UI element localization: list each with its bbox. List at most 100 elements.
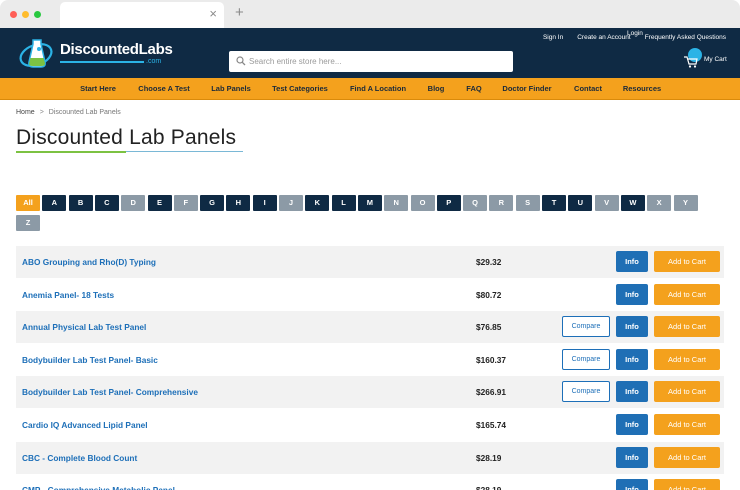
panel-price: $266.91: [476, 387, 506, 398]
panel-price: $28.19: [476, 452, 502, 463]
table-row: Bodybuilder Lab Test Panel- Comprehensiv…: [16, 376, 724, 409]
window-controls: [10, 11, 41, 18]
letter-filter-m[interactable]: M: [357, 195, 382, 211]
letter-filter-l[interactable]: L: [331, 195, 356, 211]
table-row: Bodybuilder Lab Test Panel- Basic $160.37…: [16, 343, 724, 376]
info-button[interactable]: Info: [616, 381, 648, 403]
panel-name-link[interactable]: Bodybuilder Lab Test Panel- Comprehensiv…: [22, 387, 198, 397]
page-title: Discounted Lab Panels: [16, 126, 237, 149]
compare-button[interactable]: Compare: [562, 316, 610, 338]
nav-doctor-finder[interactable]: Doctor Finder: [502, 84, 551, 93]
letter-filter-c[interactable]: C: [94, 195, 119, 211]
panel-name-link[interactable]: ABO Grouping and Rho(D) Typing: [22, 257, 156, 267]
letter-filter-y[interactable]: Y: [673, 195, 698, 211]
letter-filter-k[interactable]: K: [305, 195, 330, 211]
table-row: Cardio IQ Advanced Lipid Panel $165.74 Inf…: [16, 409, 724, 441]
panel-name-link[interactable]: Anemia Panel- 18 Tests: [22, 290, 114, 300]
nav-choose-a-test[interactable]: Choose A Test: [138, 84, 189, 93]
letter-filter-u[interactable]: U: [568, 195, 593, 211]
letter-filter-a[interactable]: A: [42, 195, 67, 211]
info-button[interactable]: Info: [616, 348, 648, 370]
nav-lab-panels[interactable]: Lab Panels: [211, 84, 251, 93]
panel-name-link[interactable]: CBC - Complete Blood Count: [22, 453, 137, 463]
panel-price: $160.37: [476, 354, 506, 365]
add-to-cart-button[interactable]: Add to Cart: [654, 446, 720, 468]
cart-icon[interactable]: [684, 56, 698, 68]
add-to-cart-button[interactable]: Add to Cart: [654, 479, 720, 490]
panel-price: $165.74: [476, 420, 506, 430]
letter-filter-e[interactable]: E: [147, 195, 172, 211]
nav-contact[interactable]: Contact: [574, 84, 602, 93]
search-input[interactable]: [249, 52, 507, 70]
add-to-cart-button[interactable]: Add to Cart: [654, 251, 720, 272]
nav-resources[interactable]: Resources: [623, 84, 661, 93]
maximize-window-button[interactable]: [34, 11, 41, 18]
letter-filter-t[interactable]: T: [542, 195, 566, 211]
info-button[interactable]: Info: [616, 283, 648, 305]
letter-filter-p[interactable]: P: [436, 195, 461, 211]
letter-filter-s[interactable]: S: [515, 195, 540, 211]
breadcrumb-home[interactable]: Home: [16, 109, 35, 116]
browser-tab[interactable]: ×: [60, 2, 224, 28]
letter-filter-b[interactable]: B: [68, 195, 93, 211]
table-row: Annual Physical Lab Test Panel $76.85 Comp…: [16, 311, 724, 344]
letter-filter-j[interactable]: J: [279, 195, 303, 211]
logo-wordmark: DiscountedLabs: [60, 41, 173, 58]
panel-name-link[interactable]: CMP - Comprehensive Metabolic Panel: [22, 485, 175, 490]
nav-start-here[interactable]: Start Here: [80, 84, 116, 93]
letter-filter-z[interactable]: Z: [16, 215, 40, 231]
info-button[interactable]: Info: [616, 446, 648, 468]
add-to-cart-button[interactable]: Add to Cart: [654, 414, 720, 435]
letter-filter-q[interactable]: Q: [463, 195, 488, 211]
panel-name-link[interactable]: Bodybuilder Lab Test Panel- Basic: [22, 355, 158, 365]
letter-filter-d[interactable]: D: [121, 195, 146, 211]
letter-filter-h[interactable]: H: [226, 195, 251, 211]
nav-test-categories[interactable]: Test Categories: [272, 84, 328, 93]
add-to-cart-button[interactable]: Add to Cart: [654, 348, 720, 370]
sign-in-link[interactable]: Sign In: [543, 34, 563, 41]
letter-filter-i[interactable]: I: [252, 195, 277, 211]
close-window-button[interactable]: [10, 11, 17, 18]
create-account-link[interactable]: Create an Account: [577, 34, 630, 41]
panel-name-link[interactable]: Annual Physical Lab Test Panel: [22, 322, 146, 332]
login-link[interactable]: Login: [627, 30, 643, 37]
info-button[interactable]: Info: [616, 251, 648, 272]
compare-button[interactable]: Compare: [562, 381, 610, 403]
letter-filter-f[interactable]: F: [173, 195, 198, 211]
panel-price: $29.32: [476, 257, 502, 267]
new-tab-icon[interactable]: +: [235, 5, 244, 20]
close-icon[interactable]: ×: [209, 7, 217, 21]
site-logo[interactable]: DiscountedLabs .com: [16, 32, 173, 74]
info-button[interactable]: Info: [616, 479, 648, 490]
add-to-cart-button[interactable]: Add to Cart: [654, 381, 720, 403]
faq-link[interactable]: Frequently Asked Questions: [645, 34, 726, 41]
nav-blog[interactable]: Blog: [428, 84, 445, 93]
search-icon[interactable]: [236, 56, 246, 66]
compare-button[interactable]: Compare: [562, 348, 610, 370]
letter-filter-v[interactable]: V: [594, 195, 619, 211]
table-row: Anemia Panel- 18 Tests $80.72 Info Add to C…: [16, 278, 724, 311]
info-button[interactable]: Info: [616, 316, 648, 338]
breadcrumb-separator: >: [39, 109, 44, 116]
add-to-cart-button[interactable]: Add to Cart: [654, 316, 720, 338]
breadcrumb: Home > Discounted Lab Panels: [16, 109, 121, 116]
main-nav: Start Here Choose A Test Lab Panels Test…: [0, 78, 740, 100]
browser-chrome: × +: [0, 0, 740, 28]
letter-filter-w[interactable]: W: [620, 195, 645, 211]
add-to-cart-button[interactable]: Add to Cart: [654, 283, 720, 305]
info-button[interactable]: Info: [616, 414, 648, 435]
letter-filter-n[interactable]: N: [384, 195, 409, 211]
panel-price: $76.85: [476, 322, 502, 333]
letter-filter-g[interactable]: G: [200, 195, 225, 211]
letter-filter-all[interactable]: All: [16, 195, 40, 211]
letter-filter-o[interactable]: O: [410, 195, 435, 211]
panel-name-link[interactable]: Cardio IQ Advanced Lipid Panel: [22, 420, 148, 430]
title-underline-green: [16, 151, 126, 153]
table-row: ABO Grouping and Rho(D) Typing $29.32 Info…: [16, 246, 724, 278]
nav-find-a-location[interactable]: Find A Location: [350, 84, 406, 93]
my-cart-link[interactable]: My Cart: [704, 56, 727, 63]
letter-filter-x[interactable]: X: [647, 195, 672, 211]
minimize-window-button[interactable]: [22, 11, 29, 18]
nav-faq[interactable]: FAQ: [466, 84, 481, 93]
letter-filter-r[interactable]: R: [489, 195, 514, 211]
